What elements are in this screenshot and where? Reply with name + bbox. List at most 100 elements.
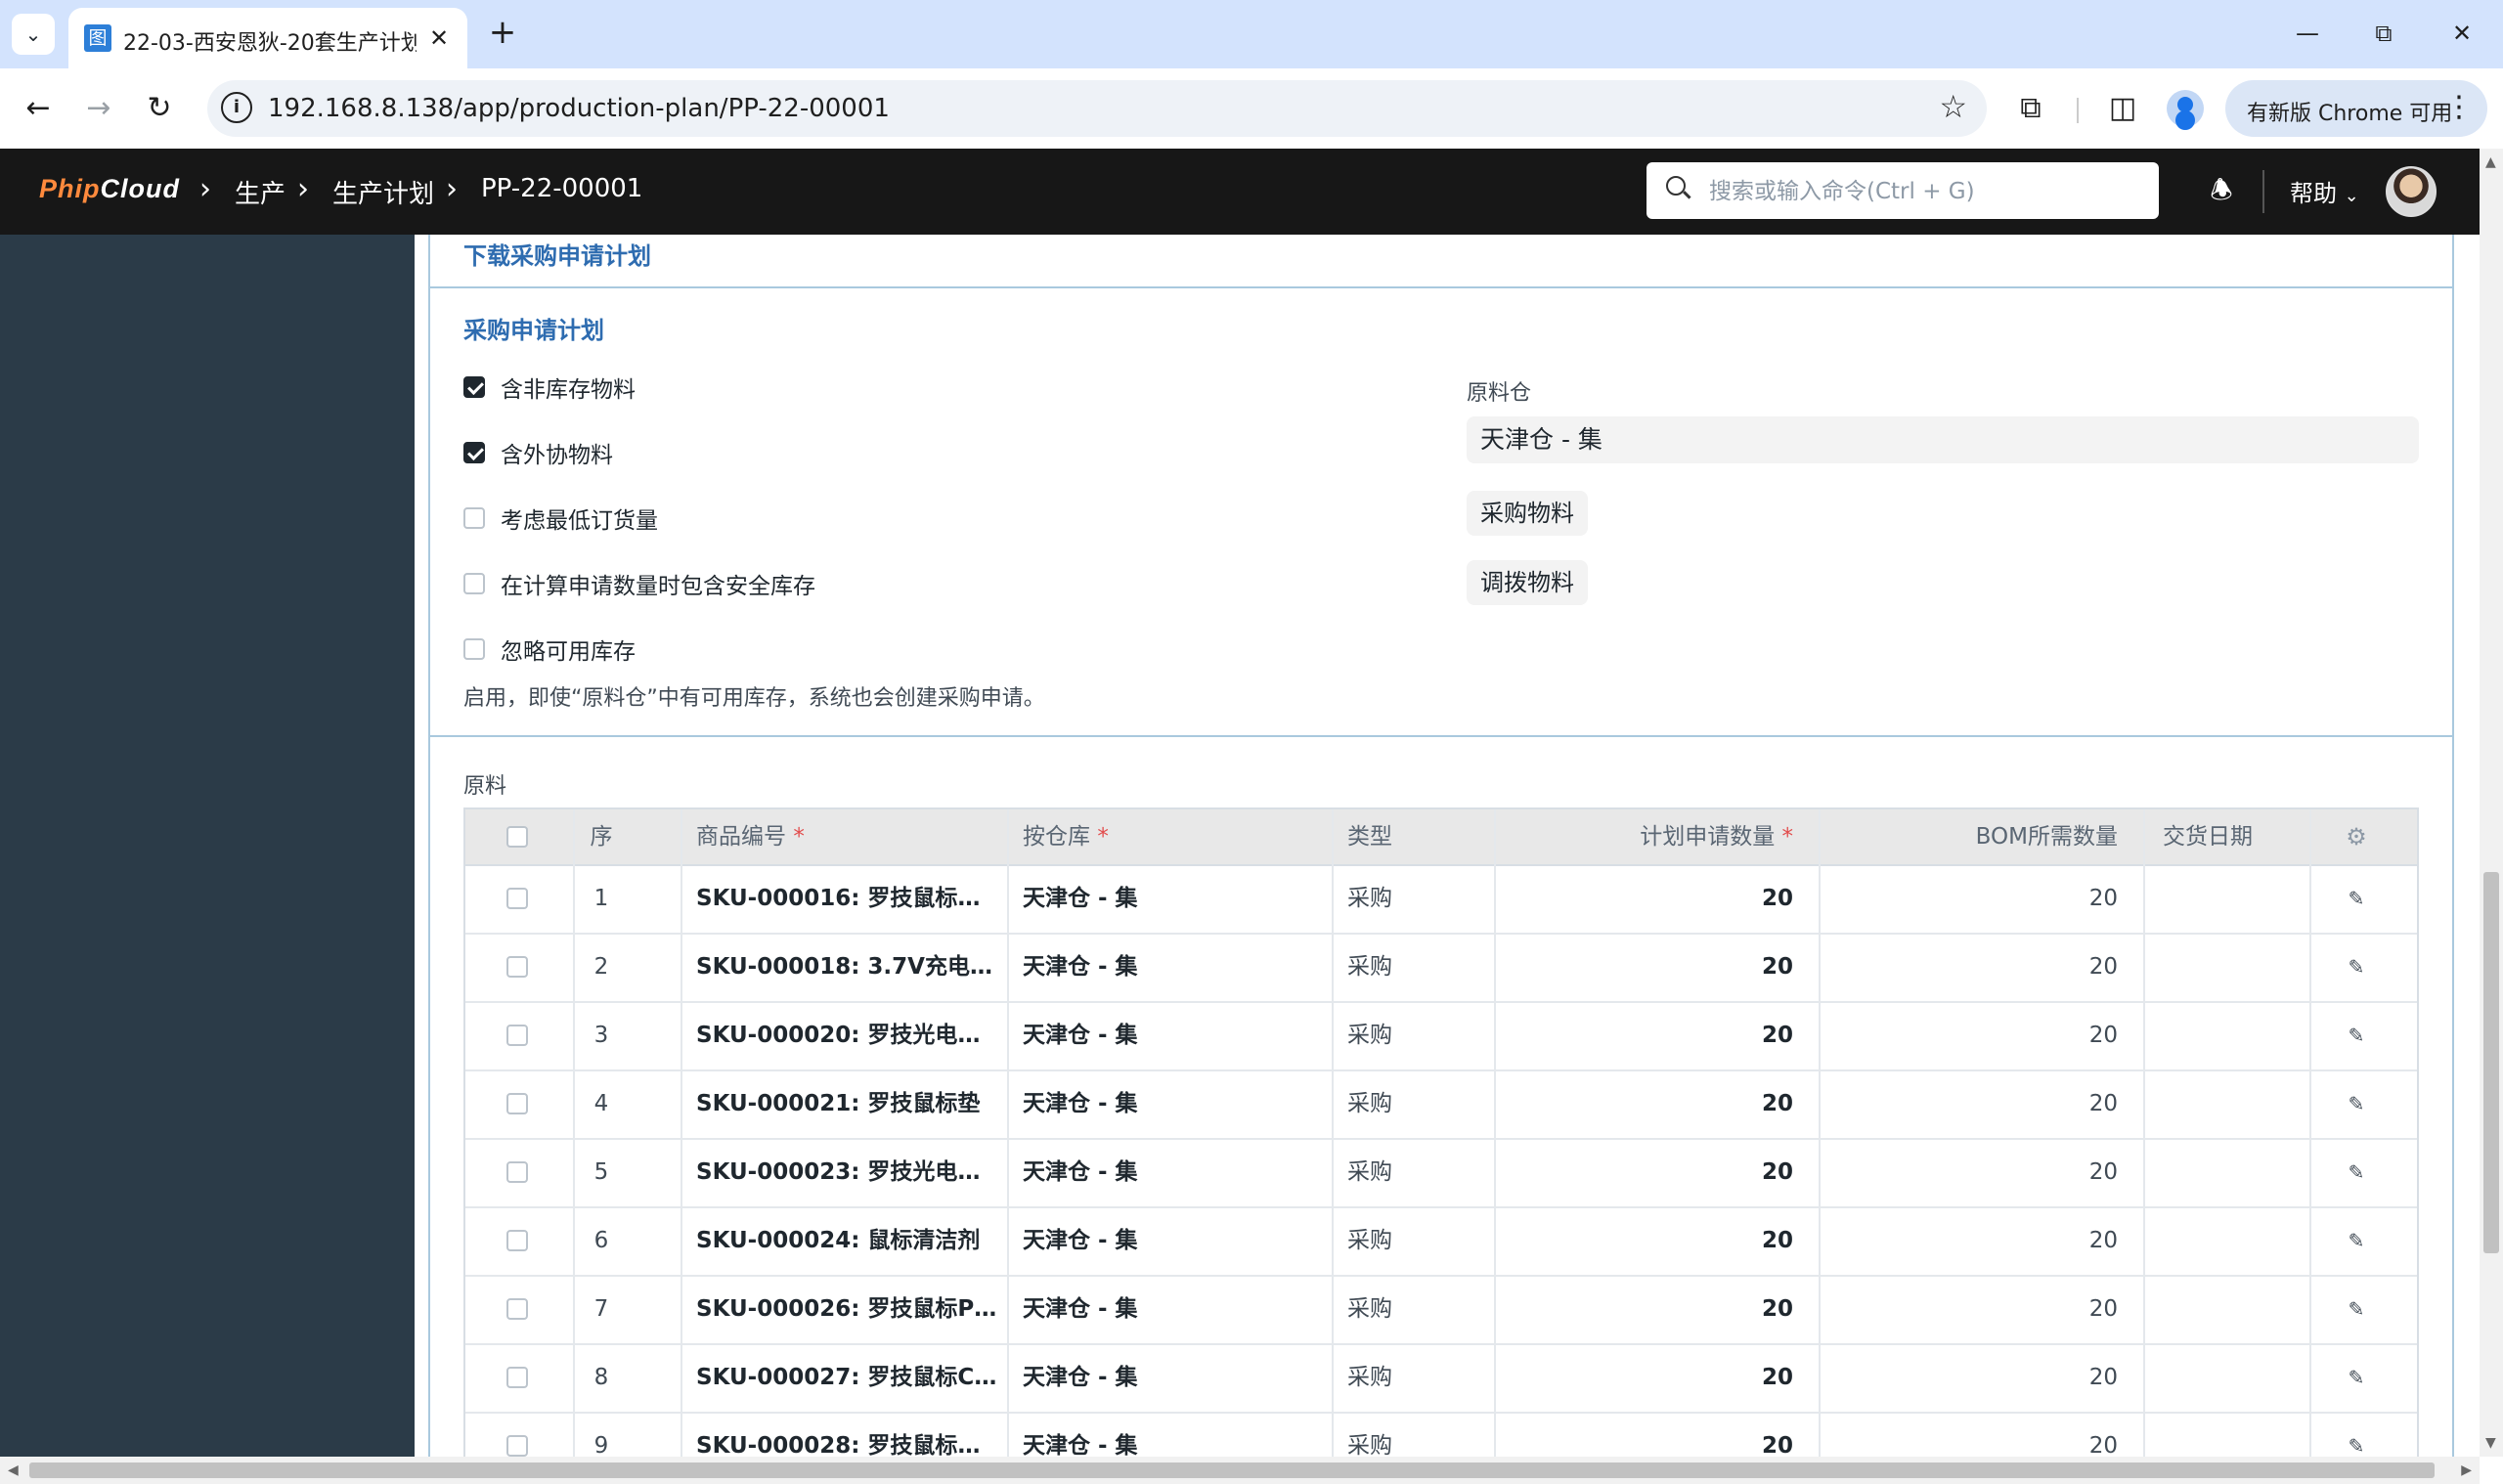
type-cell[interactable]: 采购: [1347, 1206, 1484, 1275]
help-dropdown[interactable]: 帮助 ⌄: [2290, 174, 2359, 208]
transfer-items-button[interactable]: 调拨物料: [1467, 560, 1588, 605]
edit-icon[interactable]: ✎: [2337, 1275, 2376, 1343]
item-code-cell[interactable]: SKU-000028: 罗技鼠标按键: [696, 1412, 999, 1457]
profile-icon[interactable]: [2167, 90, 2204, 127]
bom-qty-cell[interactable]: 20: [1834, 1069, 2118, 1138]
side-panel-icon[interactable]: ◫: [2098, 84, 2147, 133]
bom-qty-cell[interactable]: 20: [1834, 933, 2118, 1001]
checkbox-box[interactable]: [463, 507, 485, 529]
table-row[interactable]: 9 SKU-000028: 罗技鼠标按键 天津仓 - 集采购 20 20 ✎: [465, 1412, 2417, 1457]
edit-icon[interactable]: ✎: [2337, 1206, 2376, 1275]
checkbox-box[interactable]: [463, 442, 485, 463]
vertical-scroll-thumb[interactable]: [2483, 872, 2499, 1253]
edit-icon[interactable]: ✎: [2337, 1412, 2376, 1457]
delivery-date-cell[interactable]: [2163, 933, 2300, 1001]
delivery-date-cell[interactable]: [2163, 1001, 2300, 1069]
table-row[interactable]: 6 SKU-000024: 鼠标清洁剂 天津仓 - 集采购 20 20 ✎: [465, 1206, 2417, 1277]
planned-qty-cell[interactable]: 20: [1510, 1138, 1793, 1206]
bom-qty-cell[interactable]: 20: [1834, 1275, 2118, 1343]
purchase-items-button[interactable]: 采购物料: [1467, 491, 1588, 536]
extensions-icon[interactable]: ⧉: [2006, 84, 2055, 133]
table-row[interactable]: 1 SKU-000016: 罗技鼠标外壳 天津仓 - 集采购 20 20 ✎: [465, 864, 2417, 935]
delivery-date-cell[interactable]: [2163, 1206, 2300, 1275]
bookmark-star-icon[interactable]: ☆: [1939, 88, 1967, 125]
item-code-cell[interactable]: SKU-000018: 3.7V充电电池: [696, 933, 999, 1001]
col-warehouse[interactable]: 按仓库 *: [1023, 809, 1109, 864]
planned-qty-cell[interactable]: 20: [1510, 933, 1793, 1001]
checkbox-consider-min-order-qty[interactable]: 考虑最低订货量: [463, 502, 658, 534]
select-all-checkbox[interactable]: [506, 826, 528, 848]
item-code-cell[interactable]: SKU-000016: 罗技鼠标外壳: [696, 864, 999, 933]
restore-icon[interactable]: ⧉: [2360, 14, 2407, 53]
item-code-cell[interactable]: SKU-000027: 罗技鼠标CPU: [696, 1343, 999, 1412]
forward-icon[interactable]: →: [76, 86, 121, 131]
type-cell[interactable]: 采购: [1347, 1001, 1484, 1069]
warehouse-field[interactable]: 天津仓 - 集: [1467, 416, 2419, 463]
warehouse-cell[interactable]: 天津仓 - 集: [1023, 1343, 1316, 1412]
delivery-date-cell[interactable]: [2163, 1412, 2300, 1457]
delivery-date-cell[interactable]: [2163, 864, 2300, 933]
user-avatar[interactable]: [2386, 166, 2437, 217]
type-cell[interactable]: 采购: [1347, 933, 1484, 1001]
tab-search-button[interactable]: ⌄: [12, 14, 55, 55]
bom-qty-cell[interactable]: 20: [1834, 1343, 2118, 1412]
table-row[interactable]: 3 SKU-000020: 罗技光电鼠... 天津仓 - 集采购 20 20 ✎: [465, 1001, 2417, 1071]
search-input[interactable]: [1707, 162, 2141, 221]
planned-qty-cell[interactable]: 20: [1510, 1069, 1793, 1138]
type-cell[interactable]: 采购: [1347, 1069, 1484, 1138]
checkbox-box[interactable]: [463, 638, 485, 660]
checkbox-include-subcontracted[interactable]: 含外协物料: [463, 437, 613, 468]
scroll-up-icon[interactable]: ▲: [2485, 154, 2496, 170]
checkbox-include-non-stock[interactable]: 含非库存物料: [463, 371, 636, 403]
type-cell[interactable]: 采购: [1347, 1343, 1484, 1412]
warehouse-cell[interactable]: 天津仓 - 集: [1023, 1412, 1316, 1457]
table-row[interactable]: 4 SKU-000021: 罗技鼠标垫 天津仓 - 集采购 20 20 ✎: [465, 1069, 2417, 1140]
planned-qty-cell[interactable]: 20: [1510, 864, 1793, 933]
warehouse-cell[interactable]: 天津仓 - 集: [1023, 1206, 1316, 1275]
type-cell[interactable]: 采购: [1347, 864, 1484, 933]
warehouse-cell[interactable]: 天津仓 - 集: [1023, 864, 1316, 933]
row-checkbox[interactable]: [506, 1161, 528, 1183]
planned-qty-cell[interactable]: 20: [1510, 1343, 1793, 1412]
row-checkbox[interactable]: [506, 1093, 528, 1114]
warehouse-cell[interactable]: 天津仓 - 集: [1023, 1001, 1316, 1069]
planned-qty-cell[interactable]: 20: [1510, 1206, 1793, 1275]
row-checkbox[interactable]: [506, 888, 528, 909]
awesome-bar[interactable]: [1647, 162, 2159, 221]
item-code-cell[interactable]: SKU-000020: 罗技光电鼠...: [696, 1001, 999, 1069]
col-type[interactable]: 类型: [1347, 809, 1392, 864]
table-row[interactable]: 2 SKU-000018: 3.7V充电电池 天津仓 - 集采购 20 20 ✎: [465, 933, 2417, 1003]
warehouse-cell[interactable]: 天津仓 - 集: [1023, 1069, 1316, 1138]
type-cell[interactable]: 采购: [1347, 1412, 1484, 1457]
bom-qty-cell[interactable]: 20: [1834, 1206, 2118, 1275]
edit-icon[interactable]: ✎: [2337, 1343, 2376, 1412]
row-checkbox[interactable]: [506, 956, 528, 978]
close-tab-icon[interactable]: ✕: [422, 22, 456, 55]
close-window-icon[interactable]: ✕: [2438, 14, 2485, 53]
breadcrumb-current[interactable]: PP-22-00001: [481, 174, 642, 203]
table-row[interactable]: 7 SKU-000026: 罗技鼠标PC... 天津仓 - 集采购 20 20 ✎: [465, 1275, 2417, 1345]
checkbox-box[interactable]: [463, 376, 485, 398]
edit-icon[interactable]: ✎: [2337, 1069, 2376, 1138]
breadcrumb-production-plan[interactable]: 生产计划: [332, 174, 434, 210]
address-bar[interactable]: i 192.168.8.138/app/production-plan/PP-2…: [207, 80, 1987, 137]
item-code-cell[interactable]: SKU-000024: 鼠标清洁剂: [696, 1206, 999, 1275]
notification-bell-icon[interactable]: 🕭: [2208, 176, 2235, 205]
more-vert-icon[interactable]: ⋮: [2444, 90, 2474, 124]
bom-qty-cell[interactable]: 20: [1834, 1412, 2118, 1457]
warehouse-cell[interactable]: 天津仓 - 集: [1023, 933, 1316, 1001]
delivery-date-cell[interactable]: [2163, 1275, 2300, 1343]
row-checkbox[interactable]: [506, 1367, 528, 1388]
warehouse-cell[interactable]: 天津仓 - 集: [1023, 1138, 1316, 1206]
scroll-down-icon[interactable]: ▼: [2485, 1435, 2496, 1451]
type-cell[interactable]: 采购: [1347, 1275, 1484, 1343]
vertical-scrollbar[interactable]: ▲ ▼: [2480, 149, 2503, 1457]
horizontal-scrollbar[interactable]: ◀ ▶: [0, 1457, 2480, 1484]
row-checkbox[interactable]: [506, 1435, 528, 1457]
type-cell[interactable]: 采购: [1347, 1138, 1484, 1206]
table-row[interactable]: 5 SKU-000023: 罗技光电鼠... 天津仓 - 集采购 20 20 ✎: [465, 1138, 2417, 1208]
edit-icon[interactable]: ✎: [2337, 864, 2376, 933]
col-item-code[interactable]: 商品编号 *: [696, 809, 805, 864]
checkbox-ignore-existing-qty[interactable]: 忽略可用库存: [463, 633, 636, 665]
row-checkbox[interactable]: [506, 1230, 528, 1251]
